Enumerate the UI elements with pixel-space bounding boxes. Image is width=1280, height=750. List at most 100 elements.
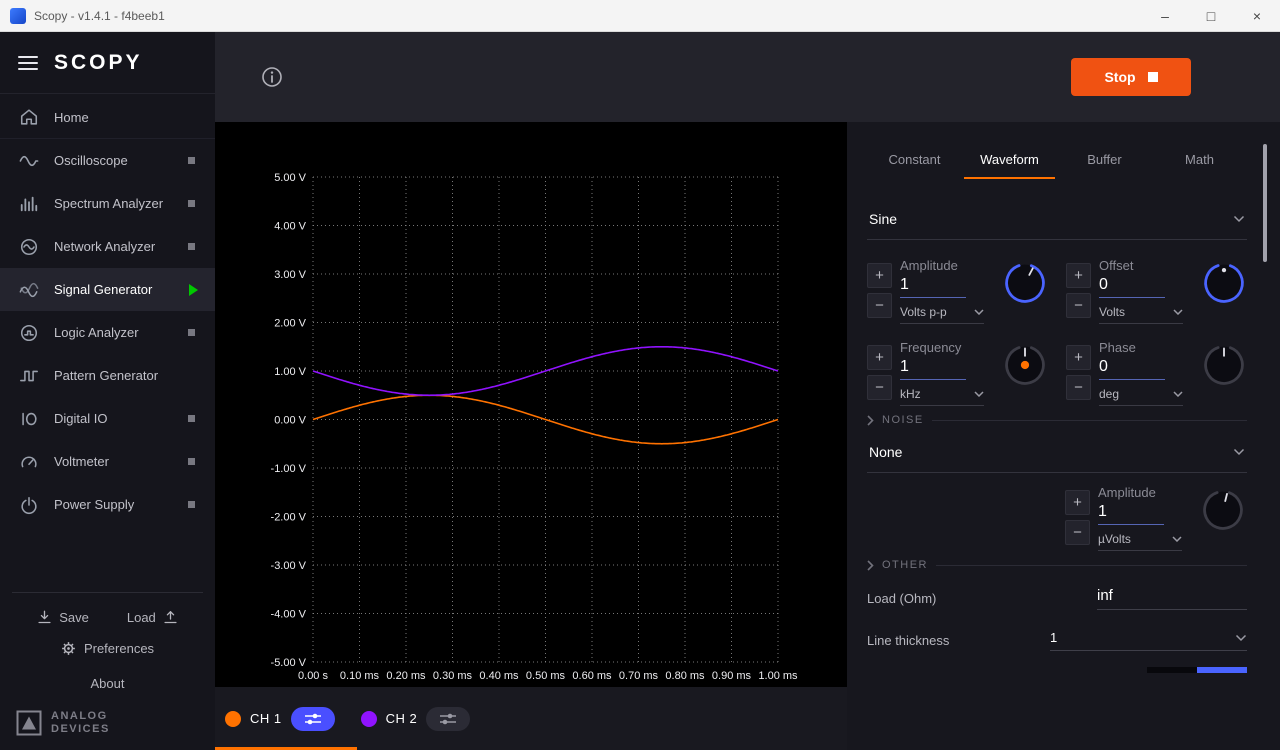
offset-control: + − Offset 0 Volts — [1066, 248, 1247, 324]
minimize-button[interactable]: – — [1142, 0, 1188, 31]
logic-analyzer-icon — [18, 323, 40, 343]
tab-constant[interactable]: Constant — [867, 142, 962, 179]
sidebar-item-network-analyzer[interactable]: Network Analyzer — [0, 225, 215, 268]
sidebar-item-home[interactable]: Home — [0, 96, 215, 139]
stop-indicator[interactable] — [188, 200, 195, 207]
scopy-app-icon — [10, 8, 26, 24]
mode-tabs: Constant Waveform Buffer Math — [867, 142, 1247, 179]
sidebar-item-signal-generator[interactable]: Signal Generator — [0, 268, 215, 311]
channel-2-settings-button[interactable] — [426, 707, 470, 731]
sidebar-item-power-supply[interactable]: Power Supply — [0, 483, 215, 526]
noise-amplitude-knob[interactable] — [1200, 487, 1246, 533]
horizontal-scrollbar[interactable] — [1147, 667, 1247, 673]
stop-indicator[interactable] — [188, 458, 195, 465]
stop-button[interactable]: Stop — [1071, 58, 1191, 96]
channel-1-settings-button[interactable] — [291, 707, 335, 731]
offset-knob[interactable] — [1201, 260, 1247, 306]
frequency-unit-select[interactable]: kHz — [900, 380, 984, 406]
amplitude-increase-button[interactable]: + — [867, 263, 892, 288]
frequency-knob[interactable] — [1002, 342, 1048, 388]
scrollbar-thumb[interactable] — [1197, 667, 1247, 673]
amplitude-control: + − Amplitude 1 Volts p-p — [867, 248, 1048, 324]
phase-control: + − Phase 0 deg — [1066, 330, 1247, 406]
noise-amplitude-value-input[interactable]: 1 — [1098, 503, 1164, 525]
svg-text:0.00 s: 0.00 s — [298, 670, 328, 682]
offset-value-input[interactable]: 0 — [1099, 276, 1165, 298]
info-icon — [261, 66, 283, 88]
channel-bar: CH 1 CH 2 — [215, 687, 847, 750]
load-input[interactable]: inf — [1097, 587, 1247, 610]
offset-unit-select[interactable]: Volts — [1099, 298, 1183, 324]
pattern-generator-icon — [18, 366, 40, 386]
analog-devices-logo: ANALOG DEVICES — [0, 702, 215, 750]
svg-text:0.90 ms: 0.90 ms — [712, 670, 752, 682]
sidebar-item-digital-io[interactable]: Digital IO — [0, 397, 215, 440]
about-button[interactable]: About — [0, 665, 215, 702]
waveform-plot[interactable]: 0.00 s0.10 ms0.20 ms0.30 ms0.40 ms0.50 m… — [215, 122, 847, 687]
other-section-header[interactable]: OTHER — [867, 559, 1247, 571]
phase-increase-button[interactable]: + — [1066, 345, 1091, 370]
tab-buffer[interactable]: Buffer — [1057, 142, 1152, 179]
frequency-increase-button[interactable]: + — [867, 345, 892, 370]
sidebar-item-logic-analyzer[interactable]: Logic Analyzer — [0, 311, 215, 354]
stop-indicator[interactable] — [188, 243, 195, 250]
offset-decrease-button[interactable]: − — [1066, 293, 1091, 318]
chevron-down-icon — [1235, 634, 1247, 642]
network-analyzer-icon — [18, 237, 40, 257]
chevron-right-icon — [867, 415, 874, 426]
svg-text:0.10 ms: 0.10 ms — [340, 670, 380, 682]
tab-waveform[interactable]: Waveform — [962, 142, 1057, 179]
amplitude-unit-select[interactable]: Volts p-p — [900, 298, 984, 324]
running-indicator[interactable] — [189, 284, 198, 296]
vertical-scrollbar[interactable] — [1263, 144, 1267, 262]
menu-icon[interactable] — [18, 56, 38, 70]
sidebar-item-oscilloscope[interactable]: Oscilloscope — [0, 139, 215, 182]
noise-amplitude-increase-button[interactable]: + — [1065, 490, 1090, 515]
sidebar-header: SCOPY — [0, 32, 215, 94]
frequency-control: + − Frequency 1 kHz — [867, 330, 1048, 406]
phase-unit-select[interactable]: deg — [1099, 380, 1183, 406]
svg-text:1.00 V: 1.00 V — [274, 366, 306, 378]
noise-section-header[interactable]: NOISE — [867, 414, 1247, 426]
stop-indicator[interactable] — [188, 157, 195, 164]
offset-label: Offset — [1099, 258, 1193, 273]
stop-indicator[interactable] — [188, 501, 195, 508]
phase-decrease-button[interactable]: − — [1066, 375, 1091, 400]
maximize-button[interactable]: □ — [1188, 0, 1234, 31]
save-button[interactable]: Save — [36, 609, 89, 626]
noise-amplitude-decrease-button[interactable]: − — [1065, 520, 1090, 545]
svg-text:1.00 ms: 1.00 ms — [758, 670, 798, 682]
sidebar-item-voltmeter[interactable]: Voltmeter — [0, 440, 215, 483]
line-thickness-select[interactable]: 1 — [1050, 630, 1247, 651]
stop-indicator[interactable] — [188, 329, 195, 336]
frequency-decrease-button[interactable]: − — [867, 375, 892, 400]
amplitude-decrease-button[interactable]: − — [867, 293, 892, 318]
amplitude-knob[interactable] — [1002, 260, 1048, 306]
chevron-down-icon — [1233, 215, 1245, 223]
close-button[interactable]: × — [1234, 0, 1280, 31]
sidebar: SCOPY Home Oscilloscope Spectrum — [0, 32, 215, 750]
load-icon — [162, 609, 179, 626]
stop-indicator[interactable] — [188, 415, 195, 422]
waveform-type-select[interactable]: Sine — [867, 203, 1247, 240]
offset-increase-button[interactable]: + — [1066, 263, 1091, 288]
phase-value-input[interactable]: 0 — [1099, 358, 1165, 380]
svg-text:0.80 ms: 0.80 ms — [665, 670, 705, 682]
frequency-value-input[interactable]: 1 — [900, 358, 966, 380]
amplitude-value-input[interactable]: 1 — [900, 276, 966, 298]
noise-amplitude-unit-select[interactable]: µVolts — [1098, 525, 1182, 551]
sidebar-item-pattern-generator[interactable]: Pattern Generator — [0, 354, 215, 397]
load-button[interactable]: Load — [127, 609, 179, 626]
stop-square-icon — [1148, 72, 1158, 82]
trace-ch1 — [313, 395, 778, 444]
info-button[interactable] — [261, 66, 283, 88]
sidebar-item-spectrum-analyzer[interactable]: Spectrum Analyzer — [0, 182, 215, 225]
channel-2-tab[interactable]: CH 2 — [361, 707, 471, 731]
power-supply-icon — [18, 495, 40, 515]
channel-1-tab[interactable]: CH 1 — [225, 707, 335, 731]
phase-knob[interactable] — [1201, 342, 1247, 388]
preferences-button[interactable]: Preferences — [0, 632, 215, 665]
tab-math[interactable]: Math — [1152, 142, 1247, 179]
sliders-icon — [437, 712, 459, 726]
noise-type-select[interactable]: None — [867, 436, 1247, 473]
